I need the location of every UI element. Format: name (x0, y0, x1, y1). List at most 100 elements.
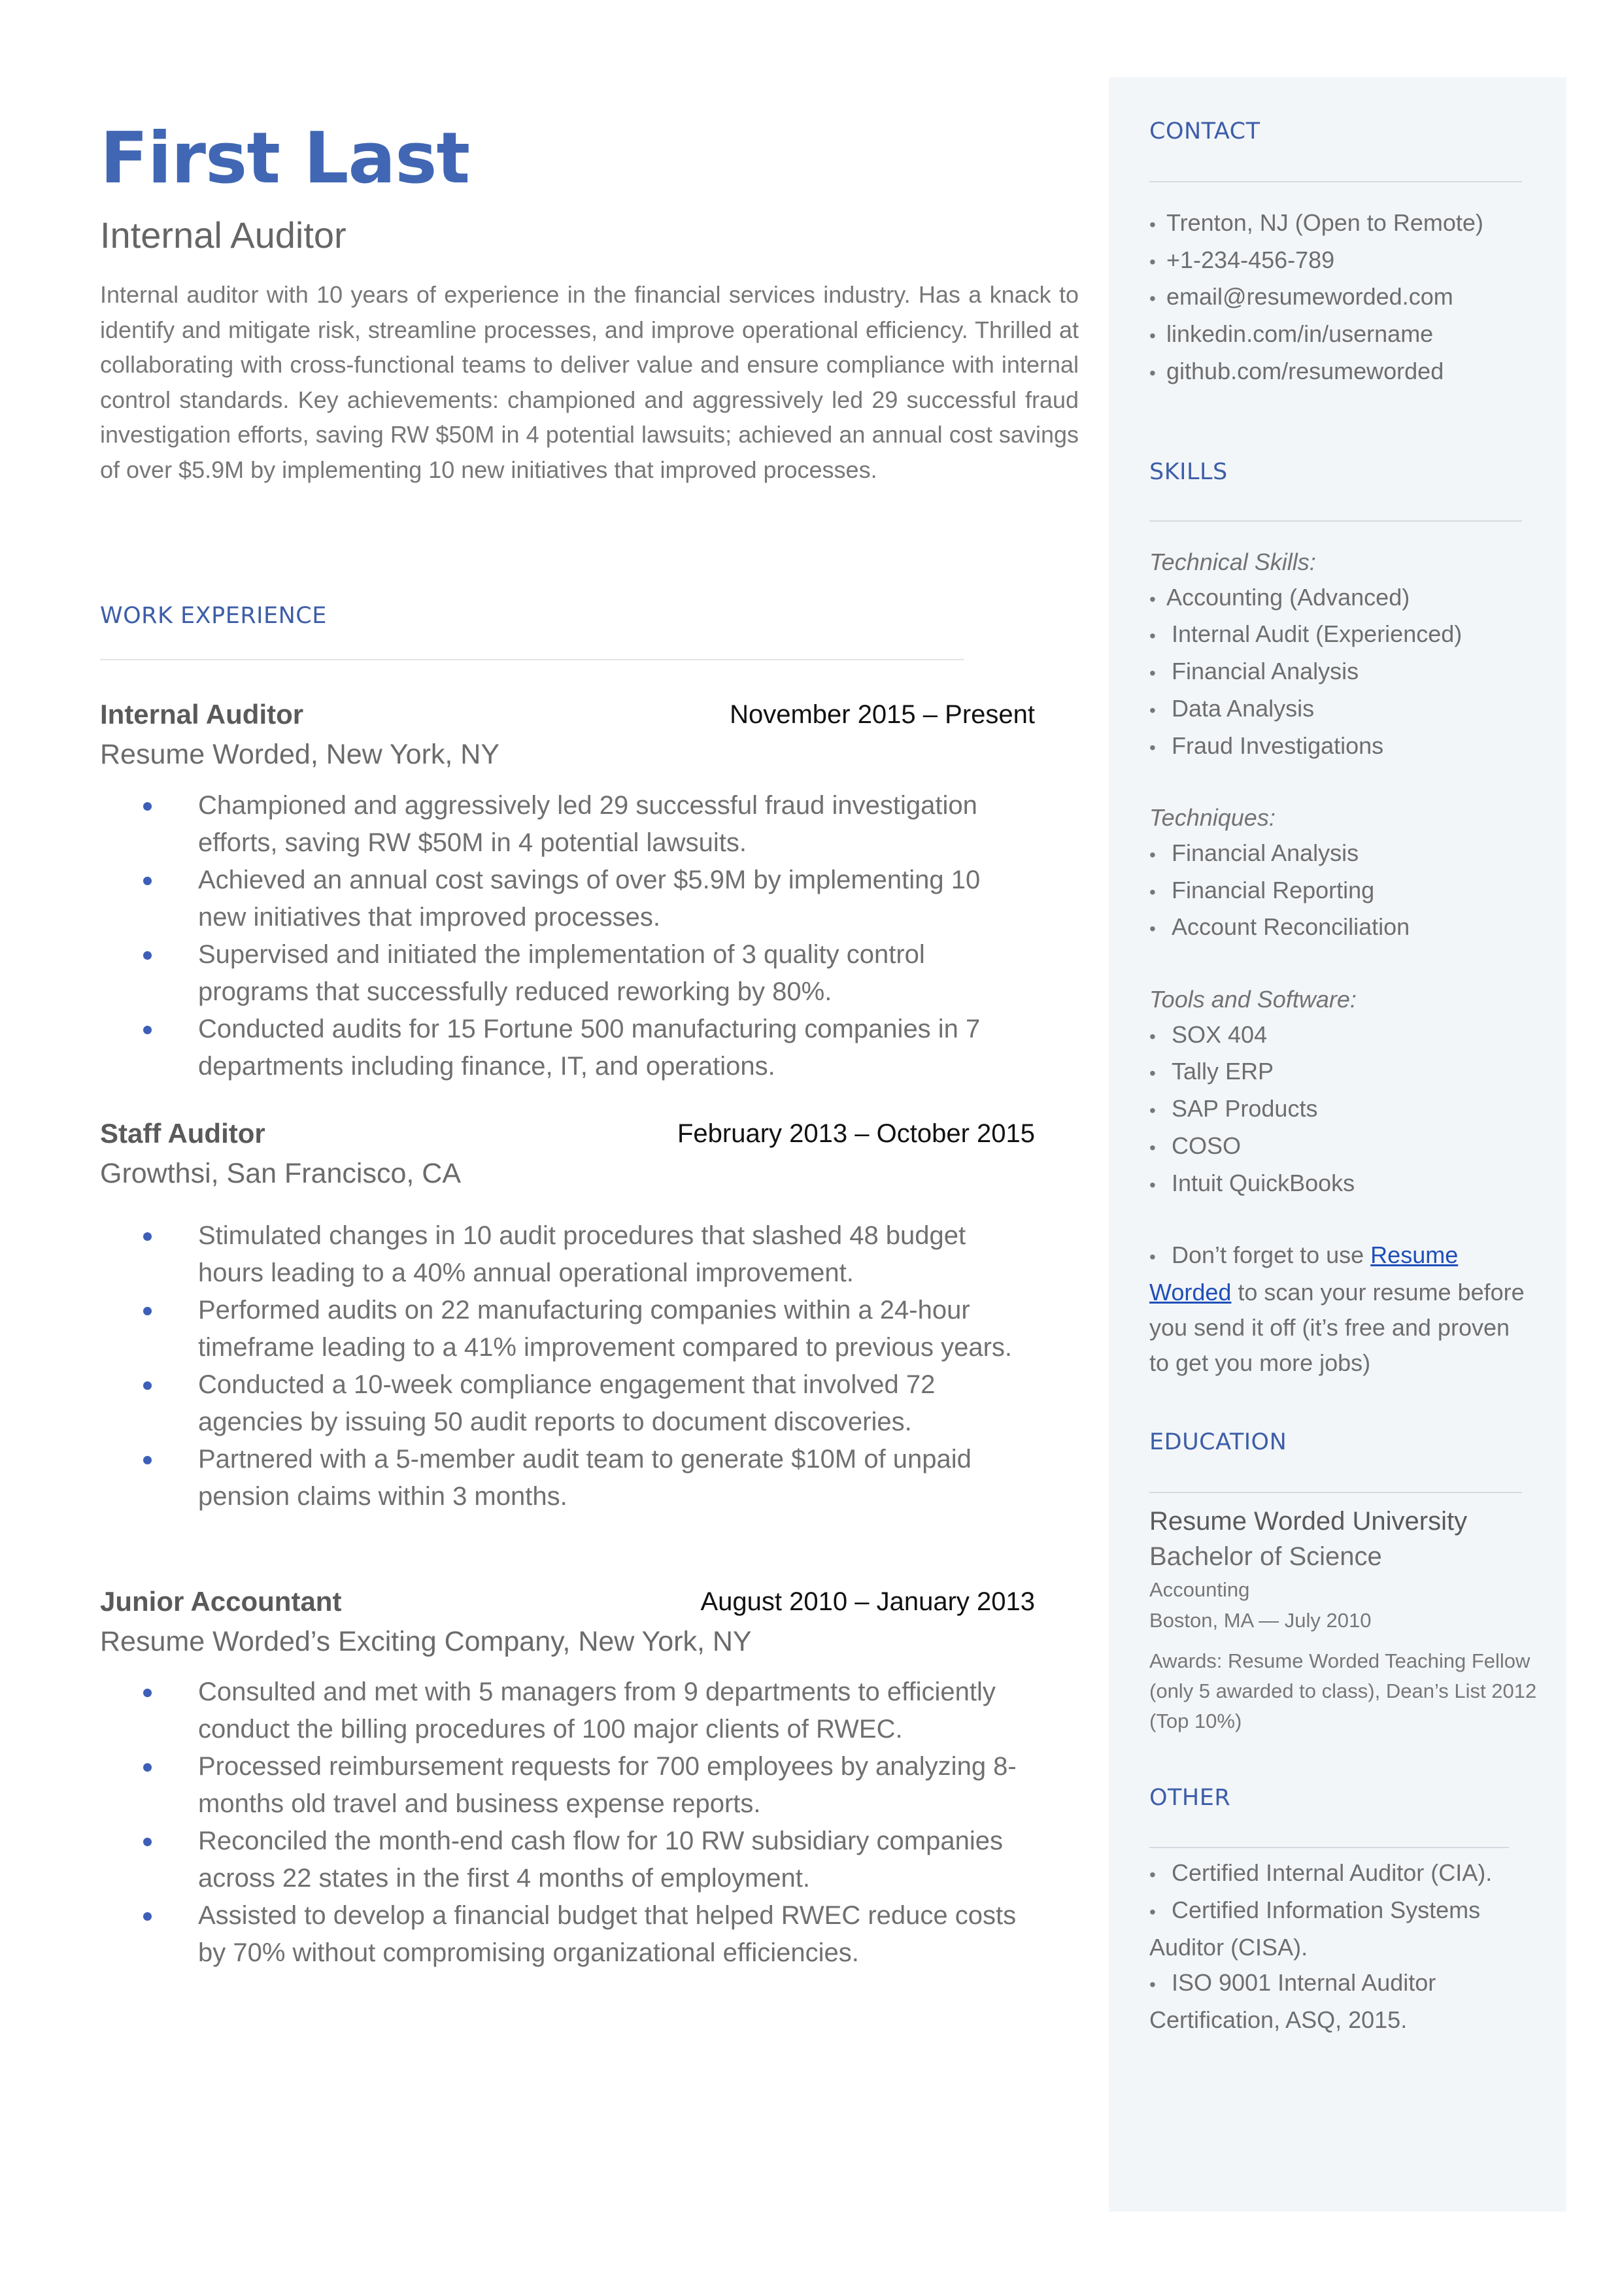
education-degree: Bachelor of Science (1149, 1542, 1382, 1571)
job-bullet: Supervised and initiated the implementat… (143, 936, 1035, 1011)
job-bullet: Processed reimbursement requests for 700… (143, 1748, 1035, 1823)
job-bullet: Stimulated changes in 10 audit procedure… (143, 1217, 1035, 1292)
other-list: • Certified Internal Auditor (CIA). • Cert… (1149, 1855, 1515, 2038)
job-bullet: Championed and aggressively led 29 succe… (143, 787, 1035, 862)
certification-item: • Certified Information Systems Auditor (… (1149, 1893, 1515, 1965)
job-entry: Junior Accountant August 2010 – January … (100, 1582, 1035, 1972)
contact-github[interactable]: • github.com/resumeworded (1149, 354, 1542, 391)
certification-item: • ISO 9001 Internal Auditor Certification… (1149, 1965, 1515, 2038)
bullet-dot-icon (143, 877, 152, 885)
other-divider (1149, 1847, 1509, 1848)
job-bullet: Assisted to develop a financial budget t… (143, 1897, 1035, 1972)
skills-heading: SKILLS (1149, 459, 1228, 485)
job-company: Resume Worded’s Exciting Company, New Yo… (100, 1626, 752, 1657)
job-title: Staff Auditor (100, 1118, 265, 1149)
education-field: Accounting (1149, 1578, 1250, 1601)
skill-item: • Data Analysis (1149, 691, 1542, 728)
bullet-icon: • (1149, 881, 1156, 902)
certification-item: • Certified Internal Auditor (CIA). (1149, 1855, 1515, 1893)
contact-email[interactable]: • email@resumeworded.com (1149, 279, 1542, 316)
job-bullet: Conducted a 10-week compliance engagemen… (143, 1366, 1035, 1441)
skill-item: • Fraud Investigations (1149, 728, 1542, 766)
professional-summary: Internal auditor with 10 years of experi… (100, 281, 1079, 483)
skills-list: Technical Skills: • Accounting (Advanced)… (1149, 545, 1542, 1381)
bullet-dot-icon (143, 1763, 152, 1772)
bullet-dot-icon (143, 1456, 152, 1464)
skill-item: • Tally ERP (1149, 1054, 1542, 1091)
bullet-icon: • (1149, 1902, 1156, 1922)
education-block: Resume Worded University Bachelor of Sci… (1149, 1504, 1542, 1736)
bullet-dot-icon (143, 802, 152, 811)
job-bullets: Stimulated changes in 10 audit procedure… (100, 1217, 1035, 1515)
bullet-dot-icon (143, 1381, 152, 1390)
bullet-icon: • (1149, 362, 1156, 383)
resume-worded-tip: • Don’t forget to use Resume Worded to sc… (1149, 1238, 1535, 1381)
contact-location: • Trenton, NJ (Open to Remote) (1149, 205, 1542, 243)
skill-category: Technical Skills: (1149, 548, 1316, 575)
bullet-icon: • (1149, 1247, 1156, 1268)
bullet-icon: • (1149, 214, 1156, 235)
bullet-icon: • (1149, 626, 1156, 647)
skill-item: • SOX 404 (1149, 1017, 1542, 1054)
skill-item: • Financial Analysis (1149, 654, 1542, 691)
education-location-date: Boston, MA — July 2010 (1149, 1609, 1372, 1632)
skill-item: • Financial Analysis (1149, 835, 1542, 873)
contact-phone[interactable]: • +1-234-456-789 (1149, 243, 1542, 280)
bullet-icon: • (1149, 700, 1156, 720)
skill-category: Techniques: (1149, 804, 1276, 832)
other-heading: OTHER (1149, 1785, 1231, 1811)
bullet-dot-icon (143, 1232, 152, 1241)
contact-linkedin[interactable]: • linkedin.com/in/username (1149, 316, 1542, 354)
bullet-icon: • (1149, 663, 1156, 684)
contact-list: • Trenton, NJ (Open to Remote) • +1-234-45… (1149, 205, 1542, 391)
job-title: Internal Auditor (100, 699, 304, 730)
job-dates: February 2013 – October 2015 (677, 1119, 1035, 1148)
job-title: Junior Accountant (100, 1586, 342, 1617)
job-dates: November 2015 – Present (730, 700, 1035, 729)
education-heading: EDUCATION (1149, 1429, 1287, 1455)
job-entry: Staff Auditor February 2013 – October 20… (100, 1114, 1035, 1515)
bullet-dot-icon (143, 1026, 152, 1034)
education-awards: Awards: Resume Worded Teaching Fellow (o… (1149, 1649, 1537, 1732)
skill-item: • Intuit QuickBooks (1149, 1166, 1542, 1203)
bullet-icon: • (1149, 1026, 1156, 1047)
education-school: Resume Worded University (1149, 1507, 1468, 1536)
contact-divider (1149, 181, 1522, 182)
job-bullets: Consulted and met with 5 managers from 9… (100, 1674, 1035, 1972)
skills-divider (1149, 520, 1522, 522)
bullet-icon: • (1149, 1100, 1156, 1121)
education-divider (1149, 1492, 1522, 1493)
bullet-dot-icon (143, 1307, 152, 1315)
skill-category: Tools and Software: (1149, 986, 1357, 1013)
work-experience-heading: WORK EXPERIENCE (100, 603, 327, 629)
bullet-icon: • (1149, 326, 1156, 346)
bullet-icon: • (1149, 1864, 1156, 1885)
skill-item: • Internal Audit (Experienced) (1149, 616, 1542, 654)
bullet-icon: • (1149, 844, 1156, 865)
job-bullet: Partnered with a 5-member audit team to … (143, 1441, 1035, 1515)
bullet-icon: • (1149, 288, 1156, 309)
job-bullet: Performed audits on 22 manufacturing com… (143, 1292, 1035, 1366)
bullet-icon: • (1149, 737, 1156, 758)
job-company: Growthsi, San Francisco, CA (100, 1158, 462, 1189)
job-dates: August 2010 – January 2013 (700, 1587, 1035, 1616)
bullet-dot-icon (143, 1838, 152, 1846)
skill-item: • SAP Products (1149, 1091, 1542, 1128)
candidate-name: First Last (100, 118, 470, 199)
contact-heading: CONTACT (1149, 118, 1260, 144)
job-company: Resume Worded, New York, NY (100, 739, 500, 770)
bullet-icon: • (1149, 1174, 1156, 1195)
bullet-dot-icon (143, 1689, 152, 1697)
work-experience-divider (100, 659, 964, 660)
bullet-icon: • (1149, 919, 1156, 939)
bullet-dot-icon (143, 1912, 152, 1921)
bullet-icon: • (1149, 251, 1156, 272)
bullet-icon: • (1149, 1974, 1156, 1995)
bullet-dot-icon (143, 951, 152, 960)
job-bullet: Conducted audits for 15 Fortune 500 manu… (143, 1011, 1035, 1085)
bullet-icon: • (1149, 1063, 1156, 1084)
job-entry: Internal Auditor November 2015 – Present… (100, 695, 1035, 1085)
skill-item: • Account Reconciliation (1149, 909, 1542, 947)
skill-item: • Accounting (Advanced) (1149, 580, 1542, 617)
job-bullet: Consulted and met with 5 managers from 9… (143, 1674, 1035, 1748)
